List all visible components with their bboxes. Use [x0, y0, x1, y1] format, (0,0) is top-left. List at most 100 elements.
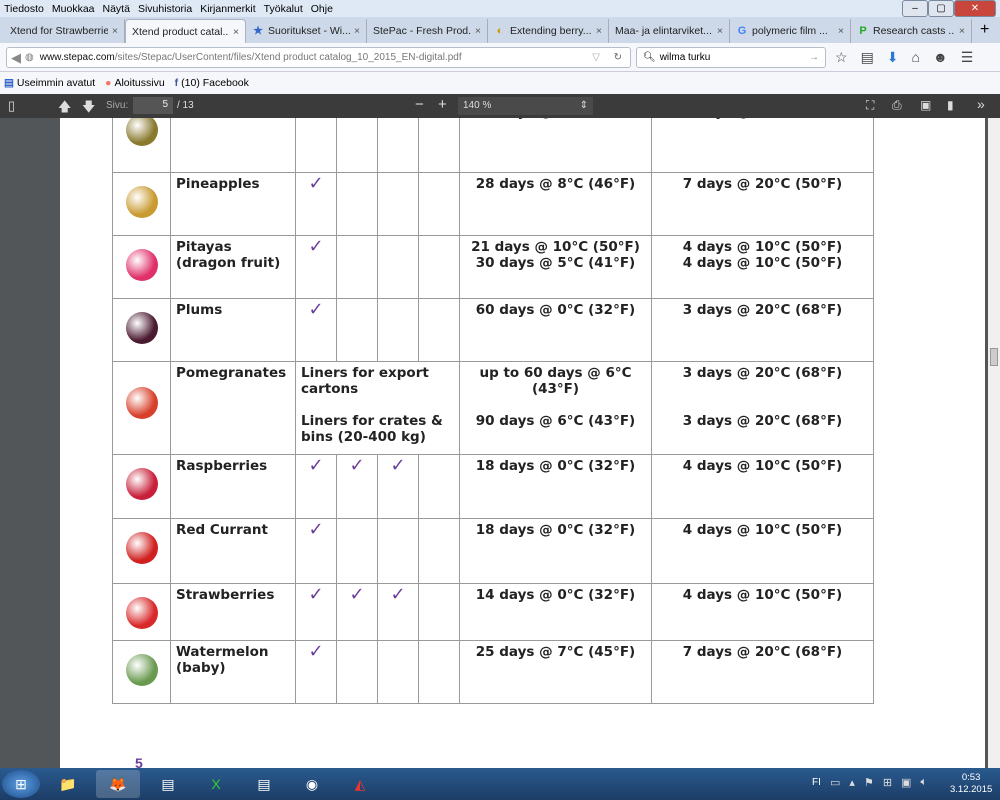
shelf-life: 3 days @ 20°C (68°F) — [651, 118, 874, 173]
menu-item[interactable]: Ohje — [311, 3, 333, 15]
menu-item[interactable]: Tiedosto — [4, 3, 44, 15]
zoom-select[interactable]: 140 % ⇕ — [458, 97, 593, 115]
zoom-out-button[interactable]: − — [415, 96, 424, 113]
home-icon[interactable]: ⌂ — [912, 49, 920, 66]
chrome-icon[interactable]: ◉ — [290, 770, 334, 798]
bookmark-icon[interactable]: ▮ — [947, 98, 954, 112]
close-tab-icon[interactable]: × — [959, 25, 965, 37]
close-tab-icon[interactable]: × — [475, 25, 481, 37]
search-input[interactable]: 🔍︎ wilma turku → — [636, 47, 826, 68]
globe-icon: ◍ — [25, 52, 34, 63]
bookmark-label: Aloitussivu — [114, 77, 165, 89]
check-icon: ✓ — [336, 454, 378, 519]
fruit-image — [125, 312, 158, 344]
fullscreen-icon[interactable]: ⛶ — [866, 98, 874, 113]
shelf-life: 4 days @ 10°C (50°F) — [651, 583, 874, 641]
check-icon: ✓ — [377, 454, 419, 519]
menu-item[interactable]: Kirjanmerkit — [200, 3, 255, 15]
flag-icon[interactable]: ⚑ — [864, 776, 874, 789]
fruit-image — [125, 468, 158, 500]
scrollbar[interactable] — [988, 118, 1000, 768]
excel-icon[interactable]: X — [194, 770, 238, 798]
minimize-button[interactable]: – — [902, 0, 928, 17]
start-button[interactable]: ⊞ — [2, 770, 40, 798]
page-number-input[interactable]: 5 — [133, 97, 173, 114]
clipboard-icon[interactable]: ▤ — [861, 49, 874, 66]
shelf-life: 7 days @ 20°C (68°F) — [651, 640, 874, 704]
menu-item[interactable]: Muokkaa — [52, 3, 95, 15]
close-tab-icon[interactable]: × — [596, 25, 602, 37]
menu-item[interactable]: Työkalut — [264, 3, 303, 15]
fruit-image-cell — [112, 361, 171, 455]
menu-bar: Tiedosto Muokkaa Näytä Sivuhistoria Kirjanme… — [0, 0, 1000, 17]
close-tab-icon[interactable]: × — [233, 26, 239, 38]
menu-item[interactable]: Näytä — [103, 3, 130, 15]
tab[interactable]: StePac - Fresh Prod... × — [367, 19, 488, 43]
back-icon[interactable]: ◀ — [11, 50, 21, 66]
empty-cell — [336, 172, 378, 236]
check-icon: ✓ — [295, 298, 337, 362]
close-tab-icon[interactable]: × — [717, 25, 723, 37]
empty-cell — [336, 235, 378, 299]
empty-cell — [418, 454, 460, 519]
tab[interactable]: Xtend for Strawberrie × — [4, 19, 125, 43]
tab[interactable]: Gpolymeric film ... × — [730, 19, 851, 43]
close-tab-icon[interactable]: × — [112, 25, 118, 37]
tab[interactable]: P Research casts ... × — [851, 19, 972, 43]
prev-page-icon[interactable]: 🡅 — [58, 98, 71, 120]
pdf-page: Pears✓91 days @ 0°C (32°F)3 days @ 20°C … — [60, 118, 985, 768]
tab-label: Extending berry... — [510, 25, 592, 37]
clock[interactable]: 0:53 3.12.2015 — [950, 772, 992, 796]
star-icon[interactable]: ☆ — [835, 49, 848, 66]
chat-icon[interactable]: ☻ — [933, 49, 948, 66]
tab[interactable]: ★ Suoritukset - Wi... × — [246, 19, 367, 43]
go-icon[interactable]: → — [809, 52, 819, 63]
notepad-icon[interactable]: ▤ — [146, 770, 190, 798]
fruit-image — [125, 532, 158, 564]
network-icon[interactable]: ▣ — [901, 776, 911, 789]
url-bar[interactable]: ◀ ◍ www.stepac.com/sites/Stepac/UserCont… — [6, 47, 631, 68]
maximize-button[interactable]: ▢ — [928, 0, 954, 17]
new-tab-button[interactable]: + — [972, 21, 997, 43]
check-icon: ✓ — [295, 640, 337, 704]
empty-cell — [418, 583, 460, 641]
tools-icon[interactable]: » — [977, 96, 985, 112]
close-tab-icon[interactable]: × — [838, 25, 844, 37]
document-icon[interactable]: ▤ — [242, 770, 286, 798]
check-icon: ✓ — [377, 583, 419, 641]
keyboard-icon[interactable]: ▭ — [830, 776, 840, 789]
empty-cell — [418, 172, 460, 236]
close-button[interactable]: ✕ — [954, 0, 996, 17]
check-icon: ✓ — [295, 172, 337, 236]
bookmark-item[interactable]: ▤ Useimmin avatut — [4, 77, 95, 89]
explorer-icon[interactable]: 📁 — [46, 770, 90, 798]
close-tab-icon[interactable]: × — [354, 25, 360, 37]
tab[interactable]: Maa- ja elintarviket... × — [609, 19, 730, 43]
tab[interactable]: ◐ Extending berry... × — [488, 19, 609, 43]
fruit-image-cell — [112, 118, 171, 173]
print-icon[interactable]: ⎙ — [892, 98, 902, 113]
show-hidden-icon[interactable]: ▴ — [849, 776, 855, 789]
check-icon: ✓ — [295, 518, 337, 584]
menu-item[interactable]: Sivuhistoria — [138, 3, 192, 15]
menu-icon[interactable]: ☰ — [961, 49, 974, 66]
reload-icon[interactable]: ↻ — [614, 52, 622, 63]
empty-cell — [418, 518, 460, 584]
bookmark-label: Useimmin avatut — [16, 77, 96, 89]
windows-icon[interactable]: ⊞ — [883, 776, 892, 789]
sidebar-toggle-icon[interactable]: ▯ — [8, 98, 15, 114]
acrobat-icon[interactable]: ◭ — [338, 770, 382, 798]
zoom-in-button[interactable]: + — [438, 96, 447, 113]
tab[interactable]: Xtend product catal... × — [125, 19, 246, 43]
download-icon[interactable]: ⬇ — [887, 49, 899, 66]
bookmark-item[interactable]: f (10) Facebook — [175, 77, 249, 89]
dropdown-icon[interactable]: ▽ — [592, 52, 600, 63]
bookmark-folder-icon: ▤ — [4, 77, 14, 89]
bookmark-item[interactable]: ● Aloitussivu — [105, 77, 165, 89]
firefox-icon[interactable]: 🦊 — [96, 770, 140, 798]
language-indicator[interactable]: FI — [812, 777, 821, 788]
next-page-icon[interactable]: 🡇 — [82, 98, 95, 120]
fruit-image — [125, 654, 158, 686]
save-icon[interactable]: ▣ — [920, 98, 931, 112]
volume-icon[interactable]: 🔈︎ — [920, 776, 927, 789]
